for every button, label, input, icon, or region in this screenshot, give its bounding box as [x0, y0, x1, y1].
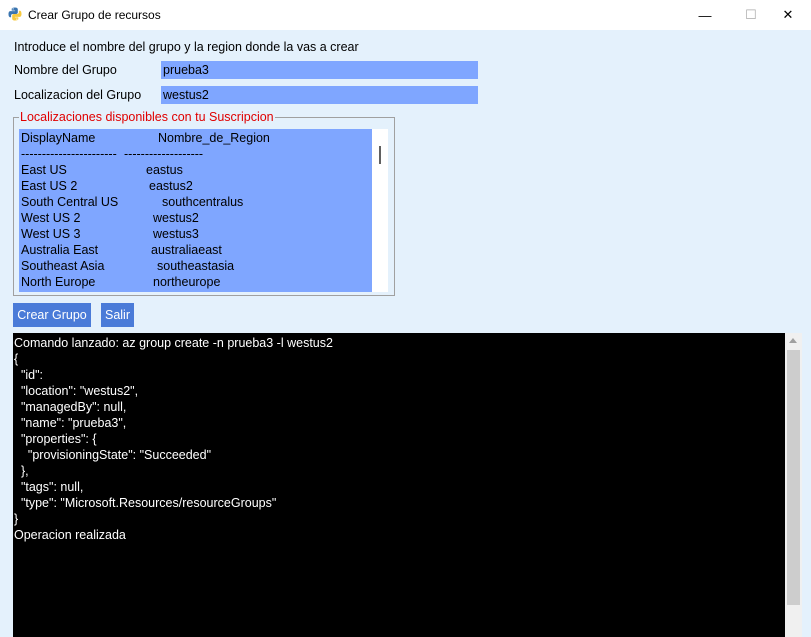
list-item-region: southcentralus	[162, 195, 244, 209]
list-item-name: East US	[21, 163, 67, 177]
location-label: Localizacion del Grupo	[14, 88, 142, 102]
python-icon	[8, 7, 22, 21]
list-item-name: -----------------------	[21, 147, 117, 161]
console-line: {	[14, 352, 19, 366]
locations-legend: Localizaciones disponibles con tu Suscri…	[19, 110, 275, 124]
console-line: Comando lanzado: az group create -n prue…	[14, 336, 333, 350]
list-item-region: eastus	[146, 163, 183, 177]
list-item-region: -------------------	[124, 147, 204, 161]
list-item-name: DisplayName	[21, 131, 96, 145]
list-item-name: East US 2	[21, 179, 78, 193]
list-item-name: North Europe	[21, 275, 96, 289]
group-name-input[interactable]	[161, 61, 478, 79]
console-line: "location": "westus2",	[14, 384, 139, 398]
list-item-region: australiaeast	[151, 243, 222, 257]
console-line: "provisioningState": "Succeeded"	[14, 448, 212, 462]
close-button[interactable]: ✕	[765, 0, 811, 30]
console-line: "tags": null,	[14, 480, 84, 494]
list-item-name: West US 2	[21, 211, 81, 225]
console-line: "managedBy": null,	[14, 400, 127, 414]
console-scrollbar[interactable]	[785, 333, 802, 637]
minimize-button[interactable]: —	[682, 0, 728, 30]
list-item-region: southeastasia	[157, 259, 235, 273]
intro-text: Introduce el nombre del grupo y la regio…	[14, 40, 359, 54]
console-scrollbar-thumb[interactable]	[787, 350, 800, 605]
group-name-label: Nombre del Grupo	[14, 63, 117, 77]
console-line: "name": "prueba3",	[14, 416, 127, 430]
console-line: "id":	[14, 368, 44, 382]
console-line: },	[14, 464, 29, 478]
console-line: Operacion realizada	[14, 528, 126, 542]
scroll-up-arrow-icon[interactable]	[789, 338, 797, 343]
list-item-region: eastus2	[149, 179, 193, 193]
exit-button[interactable]: Salir	[101, 303, 134, 327]
locations-listbox[interactable]: DisplayName Nombre_de_Region ------------…	[19, 129, 372, 292]
list-item-region: westus3	[153, 227, 199, 241]
list-item-name: Australia East	[21, 243, 99, 257]
locations-scrollbar-thumb[interactable]	[379, 146, 381, 164]
locations-scrollbar[interactable]	[372, 129, 388, 292]
list-item-name: South Central US	[21, 195, 119, 209]
console-line: "type": "Microsoft.Resources/resourceGro…	[14, 496, 277, 510]
location-input[interactable]	[161, 86, 478, 104]
output-console[interactable]: Comando lanzado: az group create -n prue…	[13, 333, 785, 637]
window-title: Crear Grupo de recursos	[28, 8, 161, 22]
list-item-region: Nombre_de_Region	[158, 131, 270, 145]
list-item-name: Southeast Asia	[21, 259, 105, 273]
console-line: "properties": {	[14, 432, 97, 446]
list-item-region: northeurope	[153, 275, 221, 289]
title-bar: Crear Grupo de recursos — ☐ ✕	[0, 0, 811, 30]
create-group-button[interactable]: Crear Grupo	[13, 303, 91, 327]
list-item-name: West US 3	[21, 227, 81, 241]
list-item-region: westus2	[153, 211, 199, 225]
console-line: }	[14, 512, 19, 526]
